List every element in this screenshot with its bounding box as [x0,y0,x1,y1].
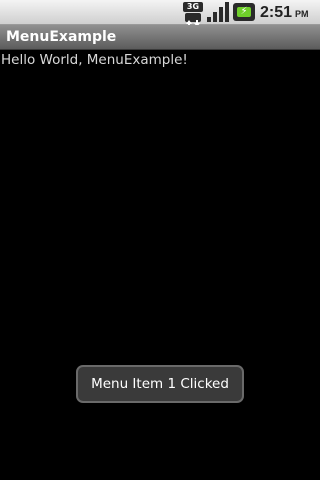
clock-time: 2:51 [260,4,293,21]
content-text: Hello World, MenuExample! [1,52,188,68]
data-activity-arrows [185,13,201,27]
battery-charging-icon: ⚡ [233,3,255,21]
network-type-label: 3G [183,2,203,12]
signal-strength-icon [207,2,229,22]
clock-ampm: PM [295,9,309,19]
status-bar: 3G ⚡ 2:51 PM [0,0,320,27]
phone-screen: 3G ⚡ 2:51 PM MenuExample Hello World, Men… [0,0,320,480]
app-title-bar: MenuExample [0,25,320,50]
app-title: MenuExample [6,29,117,45]
network-3g-icon: 3G [183,2,203,27]
status-clock: 2:51 PM [260,3,309,23]
toast-message: Menu Item 1 Clicked [76,365,244,403]
